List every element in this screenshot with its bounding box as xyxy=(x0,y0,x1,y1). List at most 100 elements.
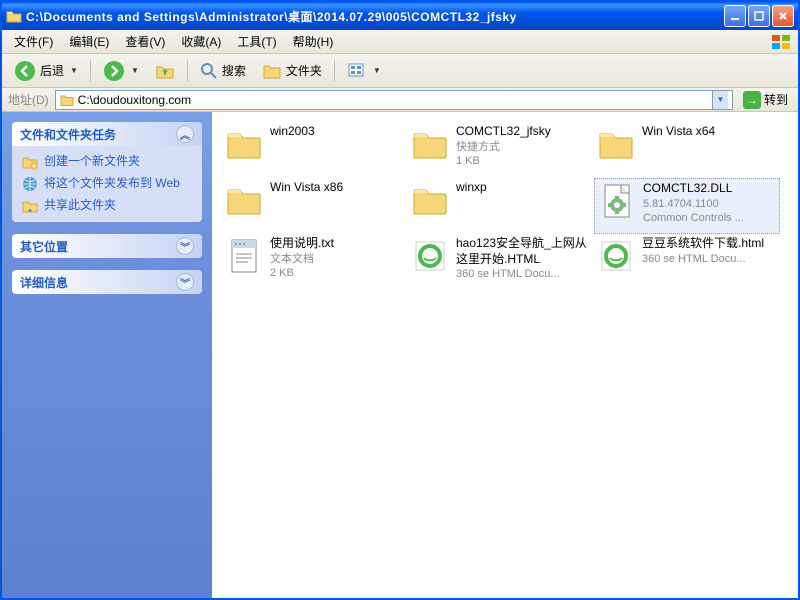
forward-icon xyxy=(103,60,125,82)
menu-edit[interactable]: 编辑(E) xyxy=(61,31,117,52)
file-item[interactable]: win2003 xyxy=(222,122,408,178)
task-new-folder[interactable]: 创建一个新文件夹 xyxy=(22,154,192,170)
menu-favorites[interactable]: 收藏(A) xyxy=(173,31,229,52)
file-name: winxp xyxy=(456,180,487,196)
details-header[interactable]: 详细信息 ︾ xyxy=(12,270,202,294)
other-places-header[interactable]: 其它位置 ︾ xyxy=(12,234,202,258)
separator xyxy=(334,60,335,82)
address-dropdown[interactable]: ▼ xyxy=(712,91,728,109)
folders-icon xyxy=(262,62,282,80)
chevron-down-icon: ▼ xyxy=(373,66,381,75)
txt-icon xyxy=(224,236,264,276)
file-item[interactable]: Win Vista x64 xyxy=(594,122,780,178)
folder-icon xyxy=(596,124,636,164)
file-desc: 5.81.4704.1100 xyxy=(643,197,744,211)
file-name: Win Vista x86 xyxy=(270,180,343,196)
minimize-button[interactable] xyxy=(724,5,746,27)
task-publish-web[interactable]: 将这个文件夹发布到 Web xyxy=(22,176,192,192)
windows-flag-icon xyxy=(770,33,794,51)
file-meta: COMCTL32.DLL5.81.4704.1100Common Control… xyxy=(643,181,744,225)
folder-icon xyxy=(410,124,450,164)
file-name: COMCTL32.DLL xyxy=(643,181,744,197)
file-meta: winxp xyxy=(456,180,487,196)
folders-label: 文件夹 xyxy=(286,62,322,79)
back-label: 后退 xyxy=(40,62,64,79)
html-icon xyxy=(596,236,636,276)
dll-icon xyxy=(597,181,637,221)
file-name: hao123安全导航_上网从这里开始.HTML xyxy=(456,236,592,267)
content-area: 文件和文件夹任务 ︽ 创建一个新文件夹 将这个文件夹发布到 Web 共享此文件夹 xyxy=(2,112,798,598)
file-item[interactable]: winxp xyxy=(408,178,594,234)
collapse-icon[interactable]: ︽ xyxy=(176,125,194,143)
file-item[interactable]: 使用说明.txt文本文档2 KB xyxy=(222,234,408,290)
details-panel: 详细信息 ︾ xyxy=(12,270,202,294)
go-button[interactable]: → 转到 xyxy=(739,91,792,109)
views-button[interactable]: ▼ xyxy=(341,59,387,83)
tasks-panel-body: 创建一个新文件夹 将这个文件夹发布到 Web 共享此文件夹 xyxy=(12,146,202,222)
file-item[interactable]: Win Vista x86 xyxy=(222,178,408,234)
toolbar: 后退 ▼ ▼ 搜索 文件夹 ▼ xyxy=(2,54,798,88)
back-icon xyxy=(14,60,36,82)
details-title: 详细信息 xyxy=(20,274,68,291)
go-arrow-icon: → xyxy=(743,91,761,109)
menu-help[interactable]: 帮助(H) xyxy=(285,31,342,52)
file-area[interactable]: win2003 COMCTL32_jfsky快捷方式1 KB Win Vista x… xyxy=(212,112,798,598)
file-desc: 文本文档 xyxy=(270,252,334,266)
menu-file[interactable]: 文件(F) xyxy=(6,31,61,52)
file-desc2: Common Controls ... xyxy=(643,211,744,225)
window-controls xyxy=(724,5,794,27)
sidebar: 文件和文件夹任务 ︽ 创建一个新文件夹 将这个文件夹发布到 Web 共享此文件夹 xyxy=(2,112,212,598)
forward-button[interactable]: ▼ xyxy=(97,57,145,85)
chevron-down-icon: ▼ xyxy=(70,66,78,75)
file-item[interactable]: COMCTL32_jfsky快捷方式1 KB xyxy=(408,122,594,178)
folder-icon xyxy=(6,9,22,23)
folder-icon xyxy=(410,180,450,220)
file-name: Win Vista x64 xyxy=(642,124,715,140)
separator xyxy=(90,60,91,82)
file-desc: 快捷方式 xyxy=(456,140,551,154)
file-name: 豆豆系统软件下载.html xyxy=(642,236,764,252)
menu-tools[interactable]: 工具(T) xyxy=(229,31,284,52)
file-name: COMCTL32_jfsky xyxy=(456,124,551,140)
search-icon xyxy=(200,62,218,80)
expand-icon[interactable]: ︾ xyxy=(176,237,194,255)
search-button[interactable]: 搜索 xyxy=(194,59,252,83)
window-title: C:\Documents and Settings\Administrator\… xyxy=(26,8,724,25)
up-button[interactable] xyxy=(149,58,181,84)
folder-icon xyxy=(224,180,264,220)
separator xyxy=(187,60,188,82)
file-name: win2003 xyxy=(270,124,315,140)
close-button[interactable] xyxy=(772,5,794,27)
maximize-button[interactable] xyxy=(748,5,770,27)
file-item[interactable]: hao123安全导航_上网从这里开始.HTML360 se HTML Docu.… xyxy=(408,234,594,290)
other-places-panel: 其它位置 ︾ xyxy=(12,234,202,258)
titlebar: C:\Documents and Settings\Administrator\… xyxy=(2,2,798,30)
file-desc: 360 se HTML Docu... xyxy=(456,267,592,281)
folder-up-icon xyxy=(155,61,175,81)
file-item[interactable]: 豆豆系统软件下载.html360 se HTML Docu... xyxy=(594,234,780,290)
task-label: 将这个文件夹发布到 Web xyxy=(44,176,180,192)
search-label: 搜索 xyxy=(222,62,246,79)
tasks-panel-title: 文件和文件夹任务 xyxy=(20,126,116,143)
folders-button[interactable]: 文件夹 xyxy=(256,59,328,83)
addressbar: 地址(D) C:\doudouxitong.com ▼ → 转到 xyxy=(2,88,798,112)
back-button[interactable]: 后退 ▼ xyxy=(8,57,84,85)
file-desc2: 2 KB xyxy=(270,266,334,280)
file-item[interactable]: COMCTL32.DLL5.81.4704.1100Common Control… xyxy=(594,178,780,234)
file-meta: COMCTL32_jfsky快捷方式1 KB xyxy=(456,124,551,168)
task-share-folder[interactable]: 共享此文件夹 xyxy=(22,198,192,214)
menubar: 文件(F) 编辑(E) 查看(V) 收藏(A) 工具(T) 帮助(H) xyxy=(2,30,798,54)
expand-icon[interactable]: ︾ xyxy=(176,273,194,291)
new-folder-icon xyxy=(22,154,38,170)
address-label: 地址(D) xyxy=(8,91,49,108)
address-input[interactable]: C:\doudouxitong.com ▼ xyxy=(55,90,733,110)
file-meta: Win Vista x86 xyxy=(270,180,343,196)
tasks-panel-header[interactable]: 文件和文件夹任务 ︽ xyxy=(12,122,202,146)
file-meta: hao123安全导航_上网从这里开始.HTML360 se HTML Docu.… xyxy=(456,236,592,281)
html-icon xyxy=(410,236,450,276)
file-name: 使用说明.txt xyxy=(270,236,334,252)
go-label: 转到 xyxy=(764,91,788,108)
menu-view[interactable]: 查看(V) xyxy=(117,31,173,52)
file-desc2: 1 KB xyxy=(456,154,551,168)
address-text: C:\doudouxitong.com xyxy=(78,93,708,107)
